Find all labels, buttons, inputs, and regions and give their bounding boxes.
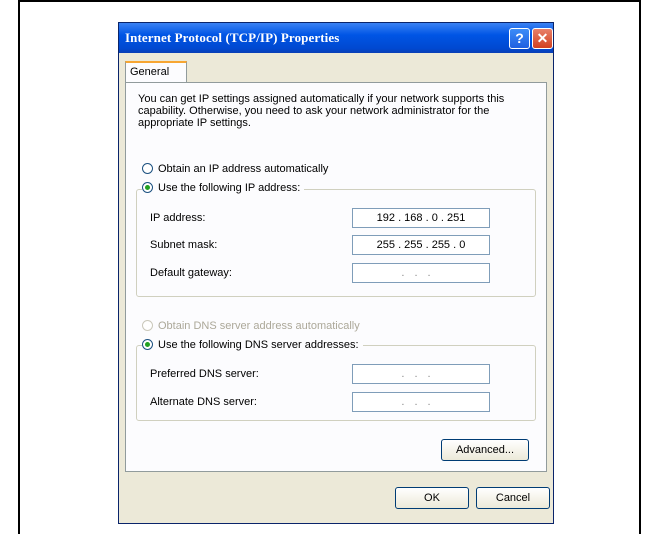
subnet-mask-field[interactable]: 255 . 255 . 255 . 0 — [352, 235, 490, 255]
obtain-ip-auto-radio[interactable]: Obtain an IP address automatically — [142, 163, 328, 175]
preferred-dns-label: Preferred DNS server: — [150, 368, 259, 380]
obtain-dns-auto-radio: Obtain DNS server address automatically — [142, 320, 360, 332]
obtain-ip-auto-label: Obtain an IP address automatically — [158, 163, 329, 175]
close-button[interactable]: ✕ — [532, 28, 553, 49]
subnet-mask-label: Subnet mask: — [150, 239, 218, 251]
help-button[interactable]: ? — [509, 28, 530, 49]
default-gateway-field[interactable]: ... — [352, 263, 490, 283]
alternate-dns-field[interactable]: ... — [352, 392, 490, 412]
radio-off-icon — [142, 163, 153, 174]
ok-button[interactable]: OK — [395, 487, 469, 509]
use-following-ip-label: Use the following IP address: — [158, 182, 301, 194]
intro-text: You can get IP settings assigned automat… — [138, 93, 505, 129]
use-following-dns-label: Use the following DNS server addresses: — [158, 339, 359, 351]
close-icon: ✕ — [536, 30, 549, 46]
cancel-button[interactable]: Cancel — [476, 487, 550, 509]
window-title: Internet Protocol (TCP/IP) Properties — [125, 30, 340, 45]
default-gateway-label: Default gateway: — [150, 267, 232, 279]
preferred-dns-field[interactable]: ... — [352, 364, 490, 384]
alternate-dns-label: Alternate DNS server: — [150, 396, 257, 408]
tab-general[interactable]: General — [125, 61, 187, 83]
radio-disabled-icon — [142, 320, 153, 331]
radio-on-icon — [142, 339, 153, 350]
use-following-dns-radio[interactable]: Use the following DNS server addresses: — [142, 339, 363, 351]
general-tab-panel: You can get IP settings assigned automat… — [125, 82, 547, 472]
use-following-ip-radio[interactable]: Use the following IP address: — [142, 182, 305, 194]
ip-address-field[interactable]: 192 . 168 . 0 . 251 — [352, 208, 490, 228]
title-bar[interactable]: Internet Protocol (TCP/IP) Properties ? … — [119, 23, 553, 53]
obtain-dns-auto-label: Obtain DNS server address automatically — [158, 320, 360, 332]
radio-on-icon — [142, 182, 153, 193]
tcpip-properties-dialog: Internet Protocol (TCP/IP) Properties ? … — [118, 22, 554, 524]
help-icon: ? — [515, 30, 524, 46]
ip-address-label: IP address: — [150, 212, 206, 224]
advanced-button[interactable]: Advanced... — [441, 439, 529, 461]
